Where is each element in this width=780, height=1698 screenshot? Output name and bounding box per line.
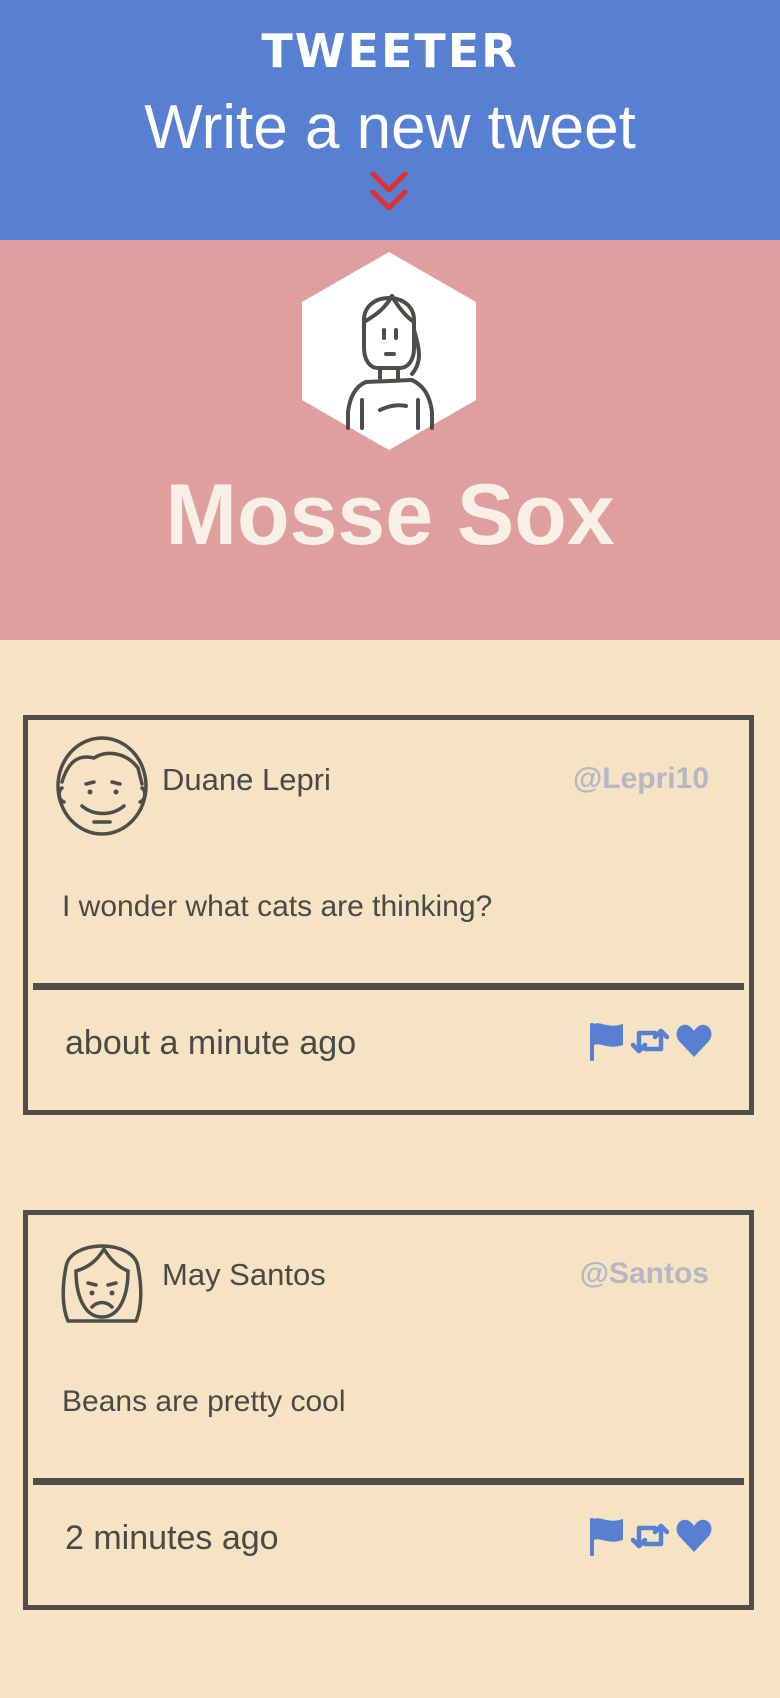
retweet-icon[interactable]	[630, 1021, 670, 1061]
tweet-content: Beans are pretty cool	[62, 1385, 346, 1418]
tweet-author-handle: @Santos	[579, 1257, 709, 1290]
sad-woman-avatar-icon	[61, 1244, 143, 1323]
smiling-man-avatar-icon	[56, 736, 148, 836]
flag-icon[interactable]	[587, 1516, 625, 1556]
tweet-timestamp: about a minute ago	[65, 1024, 357, 1062]
tweet-author-name: May Santos	[162, 1257, 326, 1292]
heart-icon[interactable]	[675, 1021, 713, 1061]
brand-logo[interactable]: TWEETER	[0, 24, 780, 78]
flag-icon[interactable]	[587, 1021, 625, 1061]
tweet-divider	[33, 983, 744, 990]
tweet-timestamp: 2 minutes ago	[65, 1519, 279, 1557]
top-nav: TWEETER Write a new tweet	[0, 0, 780, 240]
woman-avatar-icon	[302, 252, 476, 450]
retweet-icon[interactable]	[630, 1516, 670, 1556]
tweet-card: May Santos @Santos Beans are pretty cool…	[23, 1210, 754, 1610]
tweet-actions	[587, 1513, 713, 1559]
profile-name: Mosse Sox	[165, 467, 615, 563]
heart-icon[interactable]	[675, 1516, 713, 1556]
profile-banner: Mosse Sox	[0, 240, 780, 640]
tweet-author-name: Duane Lepri	[162, 762, 331, 797]
tweet-content: I wonder what cats are thinking?	[62, 890, 493, 923]
compose-toggle-label[interactable]: Write a new tweet	[0, 92, 780, 163]
double-chevron-down-icon[interactable]	[369, 170, 409, 214]
tweet-divider	[33, 1478, 744, 1485]
tweet-actions	[587, 1018, 713, 1064]
tweet-author-handle: @Lepri10	[573, 762, 709, 795]
tweet-card: Duane Lepri @Lepri10 I wonder what cats …	[23, 715, 754, 1115]
